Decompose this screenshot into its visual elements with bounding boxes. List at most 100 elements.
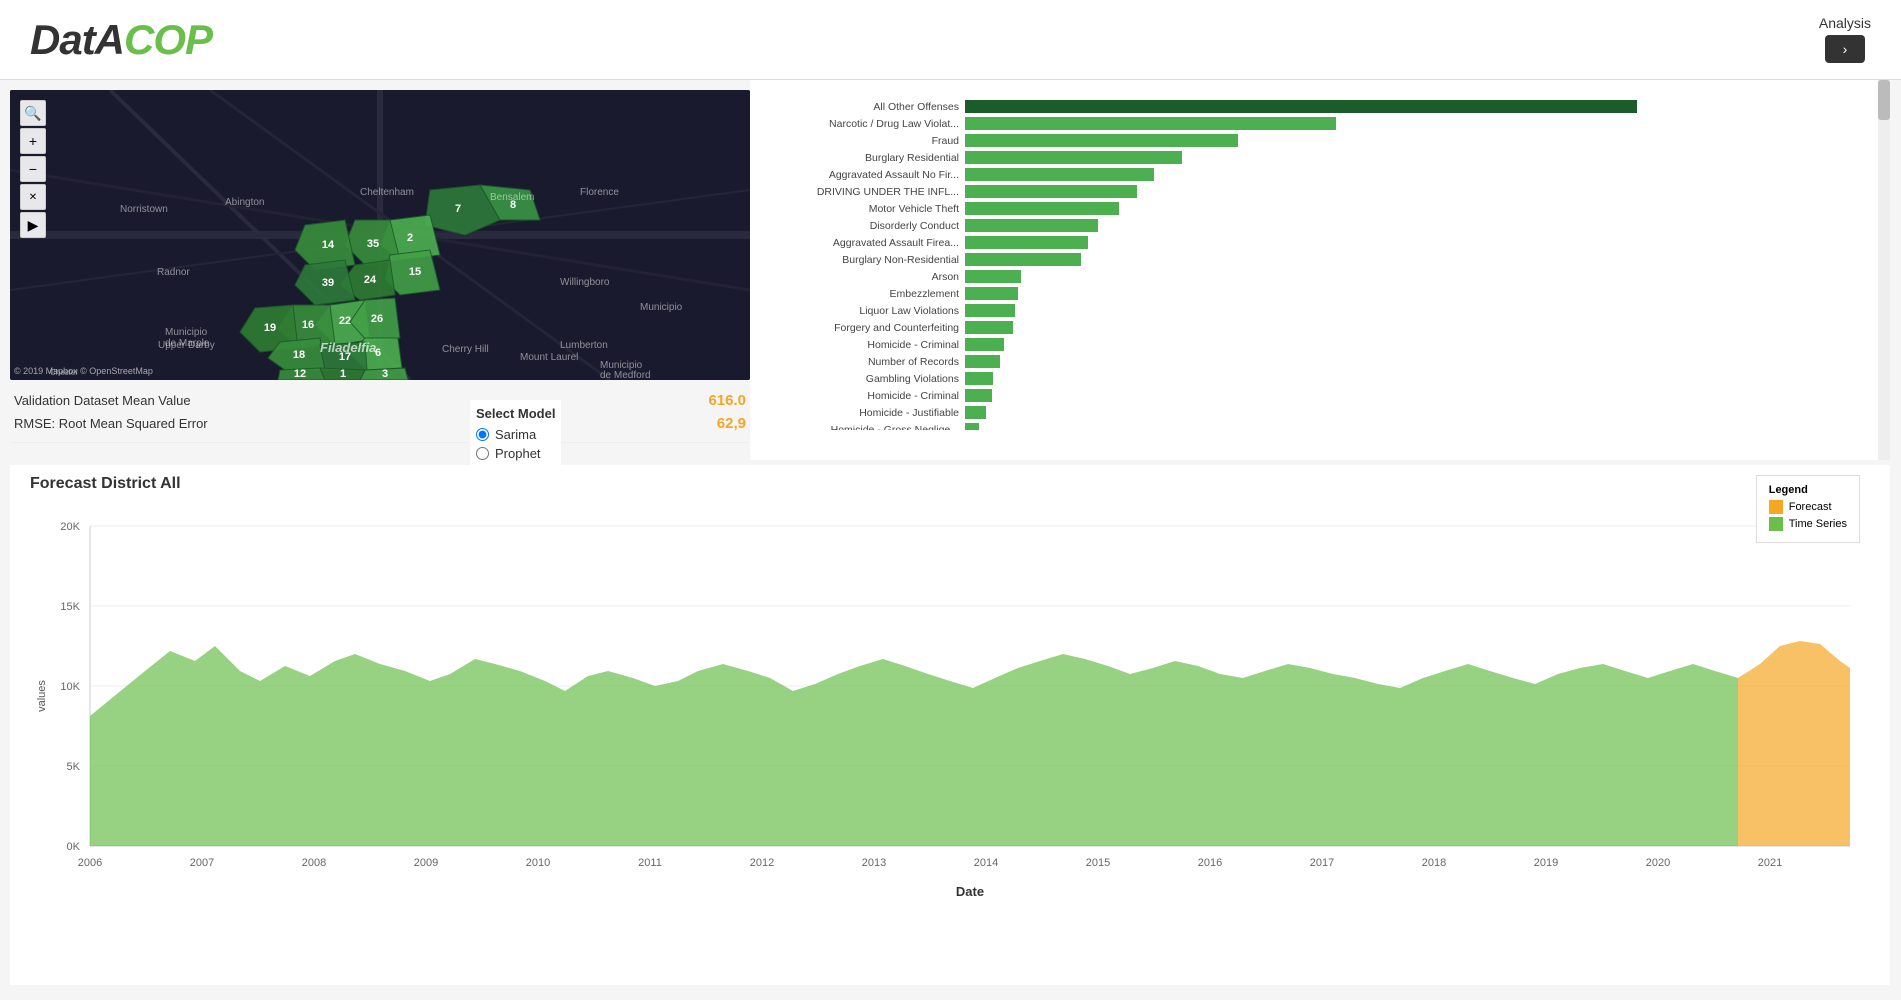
svg-text:14: 14 <box>322 239 335 251</box>
bar-label: Burglary Non-Residential <box>770 254 965 266</box>
model-option-prophet[interactable]: Prophet <box>476 446 555 461</box>
svg-text:2021: 2021 <box>1758 857 1782 869</box>
svg-text:26: 26 <box>371 313 383 325</box>
legend-forecast: Forecast <box>1769 500 1847 514</box>
bar-row: Homicide - Justifiable <box>770 406 1860 420</box>
metrics-section: Validation Dataset Mean Value 616.0 RMSE… <box>10 380 750 443</box>
svg-text:Cherry Hill: Cherry Hill <box>442 344 489 355</box>
svg-text:Florence: Florence <box>580 187 619 198</box>
bar-label: Homicide - Criminal <box>770 390 965 402</box>
bar-fill <box>965 423 979 430</box>
map-zoom-in-button[interactable]: + <box>20 128 46 154</box>
bar-track <box>965 168 1860 182</box>
bar-row: Homicide - Criminal <box>770 338 1860 352</box>
svg-text:1: 1 <box>340 368 346 380</box>
bar-track <box>965 423 1860 430</box>
analysis-section: Analysis › <box>1819 15 1871 63</box>
bar-track <box>965 236 1860 250</box>
svg-text:2020: 2020 <box>1646 857 1670 869</box>
bar-fill <box>965 151 1182 164</box>
bar-label: Embezzlement <box>770 288 965 300</box>
bar-label: Fraud <box>770 135 965 147</box>
bar-row: Forgery and Counterfeiting <box>770 321 1860 335</box>
validation-label: Validation Dataset Mean Value <box>14 393 191 408</box>
svg-text:2007: 2007 <box>190 857 214 869</box>
bar-row: DRIVING UNDER THE INFL... <box>770 185 1860 199</box>
svg-text:2015: 2015 <box>1086 857 1110 869</box>
bar-row: Motor Vehicle Theft <box>770 202 1860 216</box>
legend-title: Legend <box>1769 484 1847 496</box>
bar-fill <box>965 287 1018 300</box>
bar-track <box>965 151 1860 165</box>
scrollbar[interactable] <box>1878 80 1890 460</box>
bar-fill <box>965 185 1137 198</box>
svg-text:Norristown: Norristown <box>120 204 168 215</box>
scrollbar-thumb[interactable] <box>1878 80 1890 120</box>
svg-text:24: 24 <box>364 274 377 286</box>
map-zoom-out-button[interactable]: − <box>20 156 46 182</box>
svg-text:2016: 2016 <box>1198 857 1222 869</box>
model-selector: Select Model Sarima Prophet <box>470 400 561 471</box>
svg-text:22: 22 <box>339 315 351 327</box>
bar-fill <box>965 270 1021 283</box>
map-reset-button[interactable]: ✕ <box>20 184 46 210</box>
svg-text:5K: 5K <box>67 761 81 773</box>
bar-label: Motor Vehicle Theft <box>770 203 965 215</box>
area-chart-svg: 0K 5K 10K 15K 20K values 2006 2007 2008 … <box>30 501 1870 931</box>
validation-metric: Validation Dataset Mean Value 616.0 <box>14 392 746 409</box>
svg-text:Lumberton: Lumberton <box>560 340 608 351</box>
svg-text:15: 15 <box>409 266 421 278</box>
bar-row: Embezzlement <box>770 287 1860 301</box>
bar-track <box>965 253 1860 267</box>
prophet-label: Prophet <box>495 446 541 461</box>
svg-text:7: 7 <box>455 203 461 215</box>
bar-label: Liquor Law Violations <box>770 305 965 317</box>
bar-fill <box>965 406 986 419</box>
svg-text:Willingboro: Willingboro <box>560 277 610 288</box>
svg-text:35: 35 <box>367 238 379 250</box>
svg-text:Mount Laurel: Mount Laurel <box>520 352 578 363</box>
validation-value: 616.0 <box>708 392 746 409</box>
svg-text:15K: 15K <box>60 601 80 613</box>
timeseries-label: Time Series <box>1789 518 1847 530</box>
svg-text:10K: 10K <box>60 681 80 693</box>
bar-row: Disorderly Conduct <box>770 219 1860 233</box>
bar-row: Homicide - Criminal <box>770 389 1860 403</box>
bar-track <box>965 117 1860 131</box>
bar-track <box>965 134 1860 148</box>
bar-label: Number of Records <box>770 356 965 368</box>
svg-text:2006: 2006 <box>78 857 102 869</box>
bar-fill <box>965 304 1015 317</box>
bar-row: Burglary Non-Residential <box>770 253 1860 267</box>
prophet-radio[interactable] <box>476 447 489 460</box>
chart-legend: Legend Forecast Time Series <box>1756 475 1860 543</box>
bar-track <box>965 202 1860 216</box>
bar-row: Arson <box>770 270 1860 284</box>
bar-fill <box>965 355 1000 368</box>
analysis-label: Analysis <box>1819 15 1871 31</box>
bar-row: Liquor Law Violations <box>770 304 1860 318</box>
map-search-button[interactable]: 🔍 <box>20 100 46 126</box>
bar-label: Homicide - Justifiable <box>770 407 965 419</box>
bar-chart[interactable]: All Other OffensesNarcotic / Drug Law Vi… <box>760 90 1880 430</box>
model-option-sarima[interactable]: Sarima <box>476 427 555 442</box>
bar-fill <box>965 236 1088 249</box>
bar-fill <box>965 117 1336 130</box>
bar-label: DRIVING UNDER THE INFL... <box>770 186 965 198</box>
svg-text:2011: 2011 <box>638 857 662 869</box>
bar-track <box>965 321 1860 335</box>
bar-row: Homicide - Gross Neglige... <box>770 423 1860 430</box>
svg-text:de Marple: de Marple <box>165 338 210 349</box>
logo-data-text: DatA <box>30 16 124 63</box>
map-pan-button[interactable]: ▶ <box>20 212 46 238</box>
svg-text:18: 18 <box>293 349 305 361</box>
svg-text:2014: 2014 <box>974 857 998 869</box>
analysis-button[interactable]: › <box>1825 35 1866 63</box>
model-title: Select Model <box>476 406 555 421</box>
svg-text:Municipio: Municipio <box>165 327 208 338</box>
svg-text:Municipio: Municipio <box>640 302 683 313</box>
bar-label: Homicide - Gross Neglige... <box>770 424 965 430</box>
bar-fill <box>965 100 1637 113</box>
svg-text:Cheltenham: Cheltenham <box>360 187 414 198</box>
sarima-radio[interactable] <box>476 428 489 441</box>
